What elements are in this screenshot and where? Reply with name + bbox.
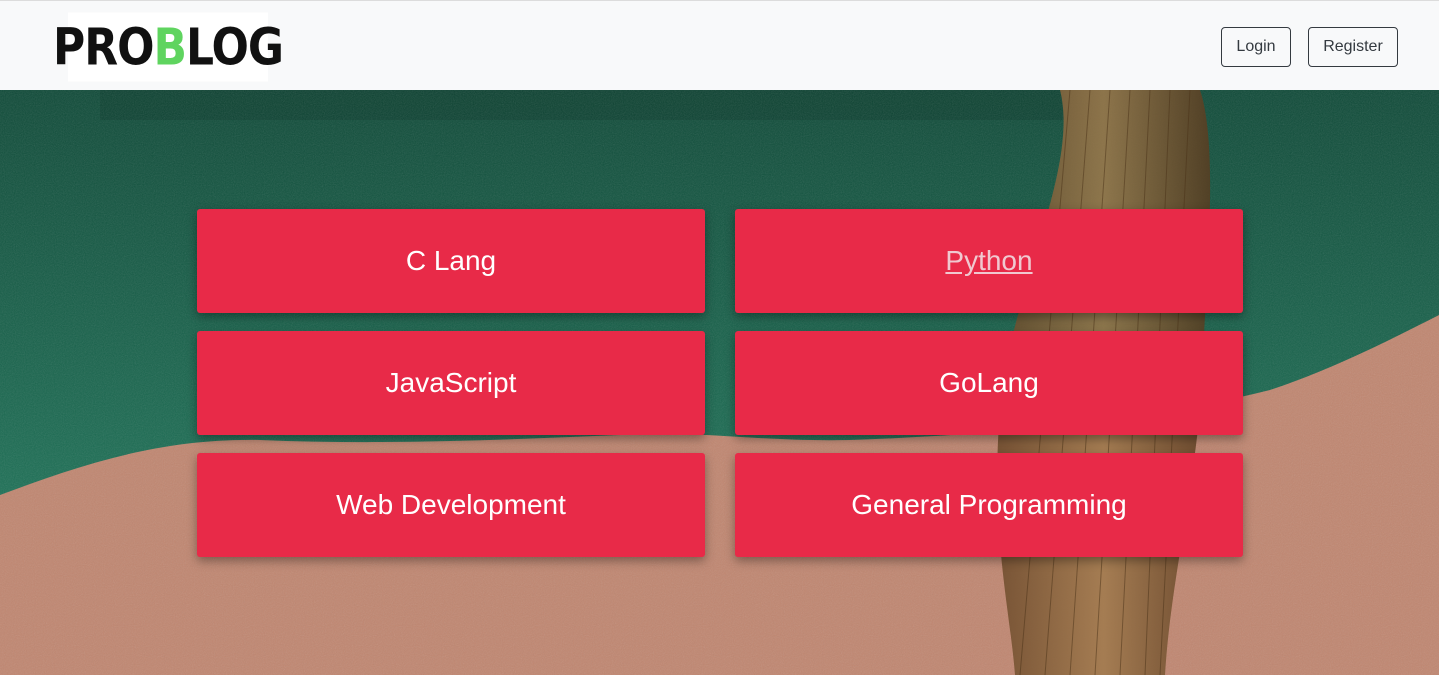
- logo-text-log: LOG: [186, 17, 284, 77]
- problog-logo[interactable]: PRO B LOG: [53, 12, 284, 82]
- navbar: PRO B LOG Login Register: [0, 0, 1439, 90]
- category-card-python[interactable]: Python: [735, 209, 1243, 313]
- register-button[interactable]: Register: [1308, 27, 1398, 67]
- category-card-javascript[interactable]: JavaScript: [197, 331, 705, 435]
- category-card-general-programming[interactable]: General Programming: [735, 453, 1243, 557]
- category-label: C Lang: [405, 245, 497, 276]
- login-button[interactable]: Login: [1221, 27, 1291, 67]
- category-label: JavaScript: [385, 367, 517, 398]
- category-label: GoLang: [939, 367, 1039, 398]
- category-label: Web Development: [336, 489, 566, 520]
- category-label: Python: [945, 245, 1033, 276]
- category-label: General Programming: [851, 489, 1127, 520]
- category-card-web-development[interactable]: Web Development: [197, 453, 705, 557]
- category-card-c-lang[interactable]: C Lang: [197, 209, 705, 313]
- logo-text-pro: PRO: [52, 17, 155, 77]
- logo-text-accent: B: [153, 17, 188, 77]
- category-card-golang[interactable]: GoLang: [735, 331, 1243, 435]
